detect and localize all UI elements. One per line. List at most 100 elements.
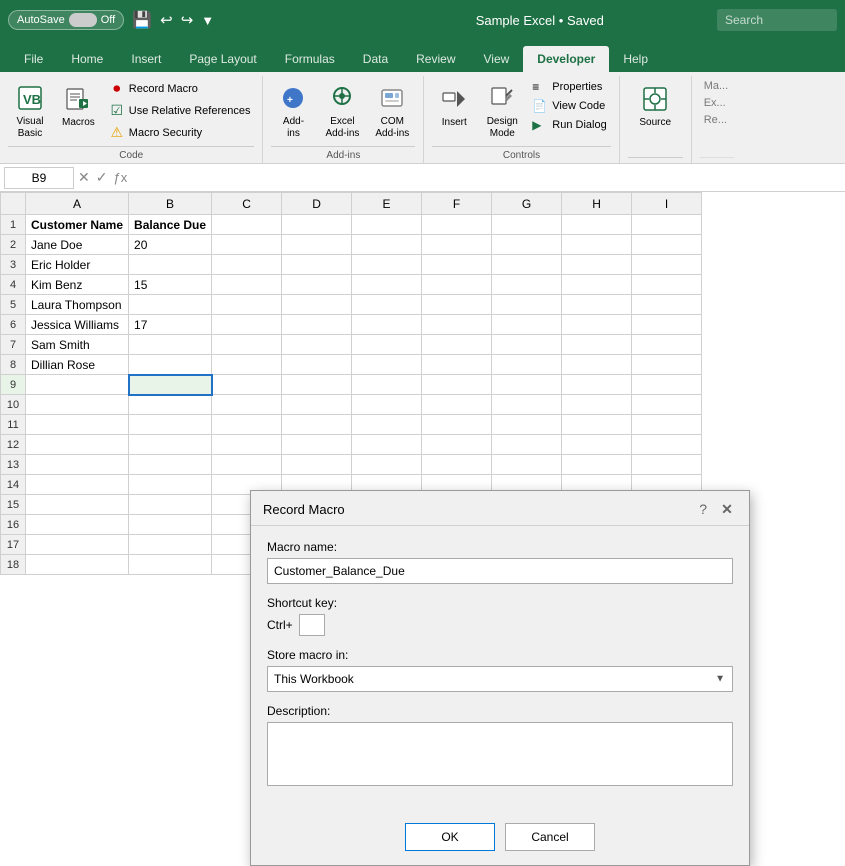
cell-d13[interactable] [282,455,352,475]
cell-d6[interactable] [282,315,352,335]
tab-file[interactable]: File [10,46,57,72]
cell-h4[interactable] [562,275,632,295]
tab-insert[interactable]: Insert [117,46,175,72]
cell-d4[interactable] [282,275,352,295]
cell-e5[interactable] [352,295,422,315]
cell-d11[interactable] [282,415,352,435]
cell-e12[interactable] [352,435,422,455]
formula-cancel-icon[interactable]: ✕ [78,169,90,186]
cell-h2[interactable] [562,235,632,255]
cell-i1[interactable] [632,215,702,235]
cell-h1[interactable] [562,215,632,235]
cell-g12[interactable] [492,435,562,455]
cell-h8[interactable] [562,355,632,375]
cell-i4[interactable] [632,275,702,295]
run-dialog-button[interactable]: ▶ Run Dialog [528,116,610,134]
store-macro-select[interactable]: This Workbook New Workbook Personal Macr… [267,666,733,692]
cell-e2[interactable] [352,235,422,255]
cell-i8[interactable] [632,355,702,375]
cell-g9[interactable] [492,375,562,395]
cell-c13[interactable] [212,455,282,475]
cell-a2[interactable]: Jane Doe [26,235,129,255]
cell-a7[interactable]: Sam Smith [26,335,129,355]
col-header-g[interactable]: G [492,193,562,215]
cell-e9[interactable] [352,375,422,395]
macros-button[interactable]: Macros [56,78,101,134]
formula-input[interactable] [131,169,841,187]
cell-b18[interactable] [129,555,212,575]
cell-a11[interactable] [26,415,129,435]
dialog-help-icon[interactable]: ? [699,501,707,517]
cell-d5[interactable] [282,295,352,315]
cell-h9[interactable] [562,375,632,395]
cell-b16[interactable] [129,515,212,535]
col-header-i[interactable]: I [632,193,702,215]
cell-f9[interactable] [422,375,492,395]
cell-h13[interactable] [562,455,632,475]
cell-h3[interactable] [562,255,632,275]
cell-i7[interactable] [632,335,702,355]
formula-function-icon[interactable]: ƒx [113,170,127,185]
cell-a18[interactable] [26,555,129,575]
cell-a13[interactable] [26,455,129,475]
col-header-f[interactable]: F [422,193,492,215]
cell-a14[interactable] [26,475,129,495]
cell-b14[interactable] [129,475,212,495]
cell-a10[interactable] [26,395,129,415]
cell-i9[interactable] [632,375,702,395]
cell-i3[interactable] [632,255,702,275]
ma-button-1[interactable]: Ma... [700,78,732,94]
cell-c8[interactable] [212,355,282,375]
col-header-d[interactable]: D [282,193,352,215]
cell-d8[interactable] [282,355,352,375]
view-code-button[interactable]: 📄 View Code [528,97,610,115]
cell-b11[interactable] [129,415,212,435]
cell-f11[interactable] [422,415,492,435]
cell-d7[interactable] [282,335,352,355]
cell-e11[interactable] [352,415,422,435]
cell-d1[interactable] [282,215,352,235]
tab-help[interactable]: Help [609,46,662,72]
cell-d3[interactable] [282,255,352,275]
cell-b7[interactable] [129,335,212,355]
cell-a4[interactable]: Kim Benz [26,275,129,295]
cell-b15[interactable] [129,495,212,515]
macro-security-button[interactable]: ⚠ Macro Security [105,122,255,143]
cell-b3[interactable] [129,255,212,275]
cell-f6[interactable] [422,315,492,335]
tab-data[interactable]: Data [349,46,402,72]
search-input[interactable] [717,9,837,31]
col-header-e[interactable]: E [352,193,422,215]
cancel-button[interactable]: Cancel [505,823,595,851]
cell-e4[interactable] [352,275,422,295]
formula-enter-icon[interactable]: ✓ [96,169,108,186]
cell-c1[interactable] [212,215,282,235]
cell-b5[interactable] [129,295,212,315]
cell-h7[interactable] [562,335,632,355]
cell-f1[interactable] [422,215,492,235]
tab-review[interactable]: Review [402,46,469,72]
autosave-badge[interactable]: AutoSave Off [8,10,124,30]
cell-a15[interactable] [26,495,129,515]
cell-a9[interactable] [26,375,129,395]
visual-basic-button[interactable]: VB VisualBasic [8,78,52,144]
cell-f13[interactable] [422,455,492,475]
cell-h12[interactable] [562,435,632,455]
ex-button[interactable]: Ex... [700,95,732,111]
redo-icon[interactable]: ↪ [181,11,194,29]
cell-a5[interactable]: Laura Thompson [26,295,129,315]
cell-f7[interactable] [422,335,492,355]
col-header-c[interactable]: C [212,193,282,215]
macro-name-input[interactable] [267,558,733,584]
cell-g5[interactable] [492,295,562,315]
cell-i11[interactable] [632,415,702,435]
cell-g6[interactable] [492,315,562,335]
cell-i2[interactable] [632,235,702,255]
cell-b6[interactable]: 17 [129,315,212,335]
ok-button[interactable]: OK [405,823,495,851]
cell-h6[interactable] [562,315,632,335]
cell-g3[interactable] [492,255,562,275]
cell-e10[interactable] [352,395,422,415]
cell-d10[interactable] [282,395,352,415]
dialog-close-button[interactable]: ✕ [717,499,737,519]
